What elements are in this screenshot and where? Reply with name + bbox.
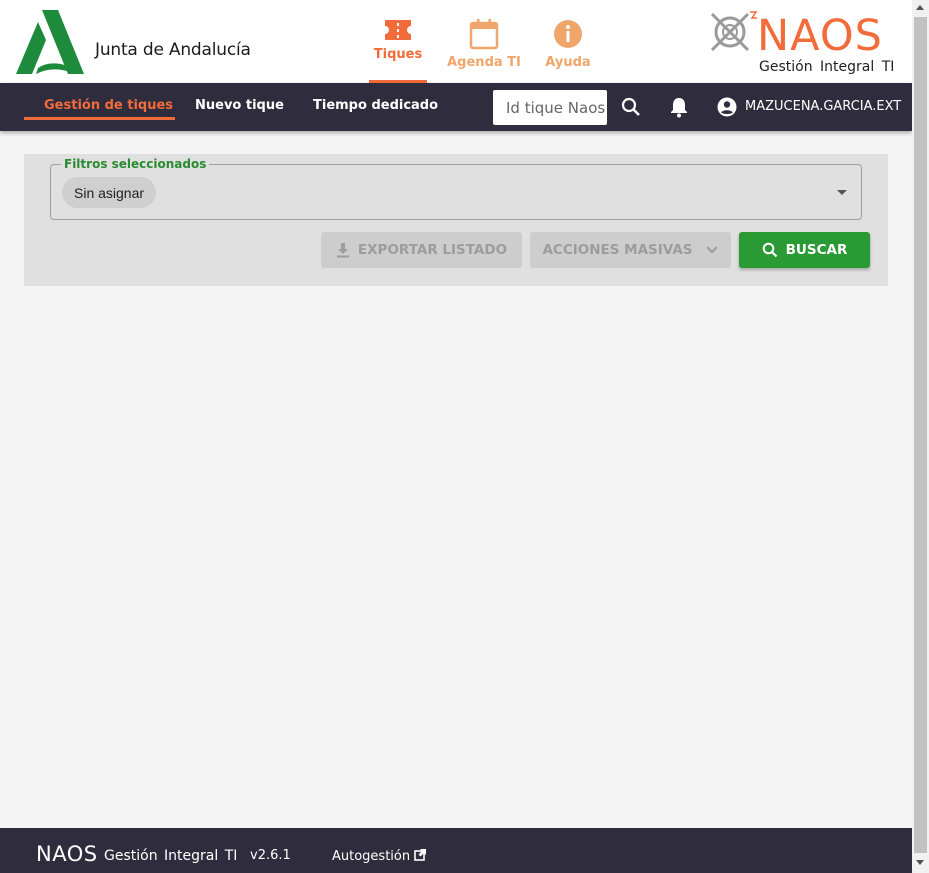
nav-active-indicator (24, 117, 175, 120)
brand-name: NAOS (757, 11, 883, 61)
footer-subtitle: Gestión Integral TI (104, 848, 238, 864)
export-button[interactable]: EXPORTAR LISTADO (321, 232, 522, 268)
org-name: Junta de Andalucía (95, 40, 251, 60)
download-icon (336, 243, 349, 258)
search-icon[interactable] (621, 97, 641, 117)
scroll-up-arrow-icon[interactable] (916, 5, 924, 10)
user-name[interactable]: MAZUCENA.GARCIA.EXT (745, 99, 901, 114)
acciones-button-label: ACCIONES MASIVAS (542, 242, 693, 258)
vertical-scrollbar[interactable] (912, 0, 929, 873)
app-header: Junta de Andalucía Tiques Agenda TI Ayud… (0, 0, 912, 83)
search-icon (762, 242, 777, 258)
main-nav: Gestión de tiques Nuevo tique Tiempo ded… (0, 83, 912, 131)
external-link-icon (414, 849, 427, 861)
version-label: v2.6.1 (250, 848, 291, 863)
buscar-button[interactable]: BUSCAR (739, 232, 870, 268)
chevron-down-icon (705, 246, 718, 254)
filter-chip[interactable]: Sin asignar (62, 177, 157, 208)
scroll-down-arrow-icon[interactable] (916, 860, 924, 865)
export-button-label: EXPORTAR LISTADO (357, 242, 508, 258)
filters-legend: Filtros seleccionados (61, 157, 210, 171)
bell-icon[interactable] (669, 96, 689, 118)
filters-panel: Filtros seleccionados Sin asignar EXPORT… (24, 154, 888, 286)
info-icon (554, 20, 582, 48)
account-icon[interactable] (717, 97, 737, 117)
footer-brand: NAOS (36, 842, 98, 866)
tab-ayuda-label: Ayuda (545, 55, 591, 70)
tab-tiques-label: Tiques (373, 47, 423, 62)
nav-gestion-tiques[interactable]: Gestión de tiques (44, 98, 173, 113)
ticket-icon (385, 20, 411, 40)
tab-ayuda[interactable]: Ayuda (541, 18, 595, 83)
calendar-icon (469, 19, 499, 50)
tique-id-input[interactable]: Id tique Naos (493, 90, 607, 125)
buscar-button-label: BUSCAR (785, 242, 848, 258)
junta-andalucia-logo[interactable] (16, 10, 84, 74)
acciones-masivas-button[interactable]: ACCIONES MASIVAS (530, 232, 731, 268)
tab-agenda[interactable]: Agenda TI (446, 18, 522, 83)
filters-select[interactable]: Filtros seleccionados Sin asignar (50, 157, 862, 220)
brand-subtitle: Gestión Integral TI (759, 59, 895, 75)
app-footer: NAOS Gestión Integral TI v2.6.1 Autogest… (0, 828, 912, 873)
scrollbar-thumb[interactable] (914, 17, 927, 853)
autogestion-link[interactable]: Autogestión (332, 848, 427, 864)
naos-logo-icon (710, 11, 758, 52)
nav-tiempo-dedicado[interactable]: Tiempo dedicado (313, 98, 438, 113)
nav-nuevo-tique[interactable]: Nuevo tique (195, 98, 284, 113)
autogestion-link-label: Autogestión (332, 849, 411, 864)
dropdown-arrow-icon[interactable] (837, 190, 847, 195)
tab-tiques[interactable]: Tiques (369, 18, 427, 83)
tab-agenda-label: Agenda TI (447, 55, 521, 70)
